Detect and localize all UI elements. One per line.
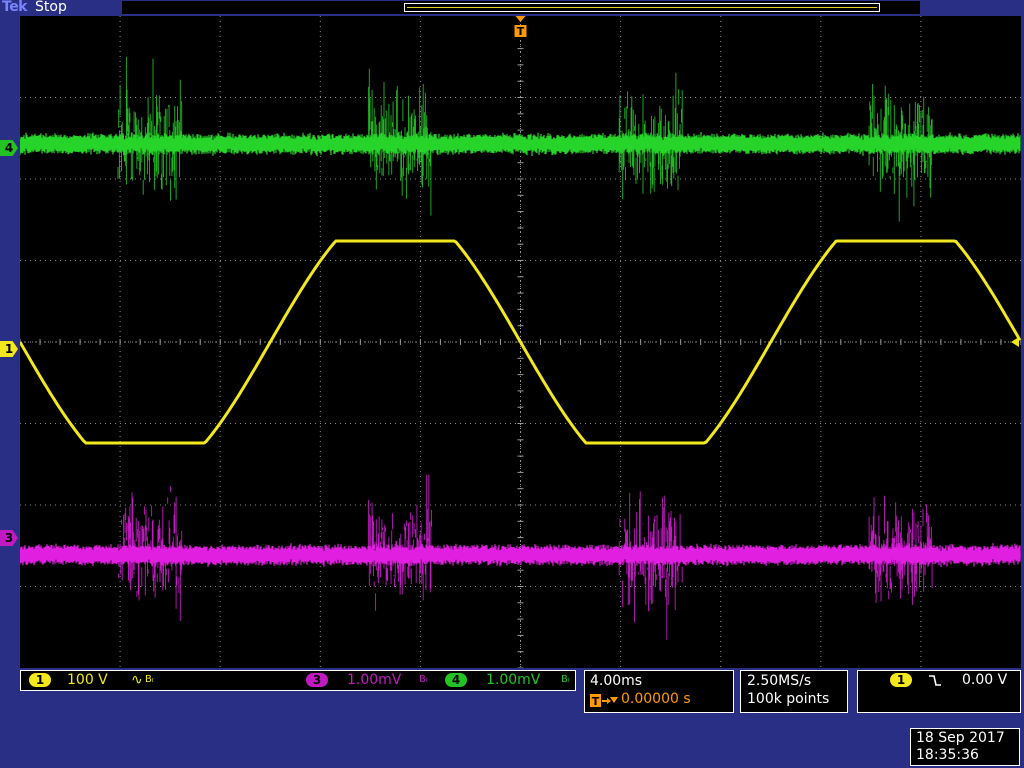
timestamp-time: 18:35:36 xyxy=(916,747,979,763)
ch1-ground-marker[interactable]: 1 xyxy=(0,341,18,357)
acquisition-readout[interactable]: 2.50MS/s 100k points xyxy=(740,670,848,713)
record-view-window[interactable] xyxy=(404,3,880,12)
ch1-scale: 100 V xyxy=(67,672,108,688)
sample-rate: 2.50MS/s xyxy=(747,673,812,689)
acquisition-status: Stop xyxy=(35,0,67,15)
ch3-bandwidth-icon: Bₗ xyxy=(419,674,428,685)
ch1-bandwidth-icon: Bₗ xyxy=(145,674,154,685)
ch1-coupling-icon: ∿ xyxy=(131,672,143,688)
trigger-position-icon: T xyxy=(590,694,618,708)
brand-logo: Tek xyxy=(2,0,28,15)
ch4-badge[interactable]: 4 xyxy=(445,673,467,687)
ch4-scale: 1.00mV xyxy=(486,672,541,688)
trigger-level-arrow xyxy=(1011,337,1019,347)
top-status-bar: Tek Stop xyxy=(0,0,1024,16)
trigger-level: 0.00 V xyxy=(962,672,1008,688)
trigger-source-badge[interactable]: 1 xyxy=(890,673,912,687)
ch3-trace xyxy=(20,474,1021,640)
time-per-div: 4.00ms xyxy=(590,673,643,689)
ch4-ground-marker[interactable]: 4 xyxy=(0,140,18,156)
timestamp-date: 18 Sep 2017 xyxy=(916,730,1005,746)
horizontal-position: 0.00000 s xyxy=(621,691,691,707)
channel-readout[interactable]: 1 100 V ∿ Bₗ 3 1.00mV Bₗ 4 1.00mV Bₗ xyxy=(20,670,576,691)
ch4-bandwidth-icon: Bₗ xyxy=(561,674,570,685)
trigger-marker-label: T xyxy=(517,25,525,38)
ch3-badge[interactable]: 3 xyxy=(306,673,328,687)
timestamp: 18 Sep 2017 18:35:36 xyxy=(910,728,1020,766)
trigger-readout[interactable]: 1 0.00 V xyxy=(857,670,1021,713)
falling-edge-icon xyxy=(929,675,941,686)
ch1-badge[interactable]: 1 xyxy=(29,673,51,687)
waveform-display[interactable]: T xyxy=(20,16,1021,668)
record-view-bar[interactable] xyxy=(122,1,920,14)
record-length: 100k points xyxy=(747,691,830,707)
waveform-svg: T xyxy=(20,16,1021,668)
horizontal-readout[interactable]: 4.00ms T 0.00000 s xyxy=(584,670,734,713)
ch3-ground-marker[interactable]: 3 xyxy=(0,530,18,546)
trigger-position-arrow xyxy=(515,16,526,22)
ch3-scale: 1.00mV xyxy=(347,672,402,688)
svg-text:T: T xyxy=(592,695,600,708)
